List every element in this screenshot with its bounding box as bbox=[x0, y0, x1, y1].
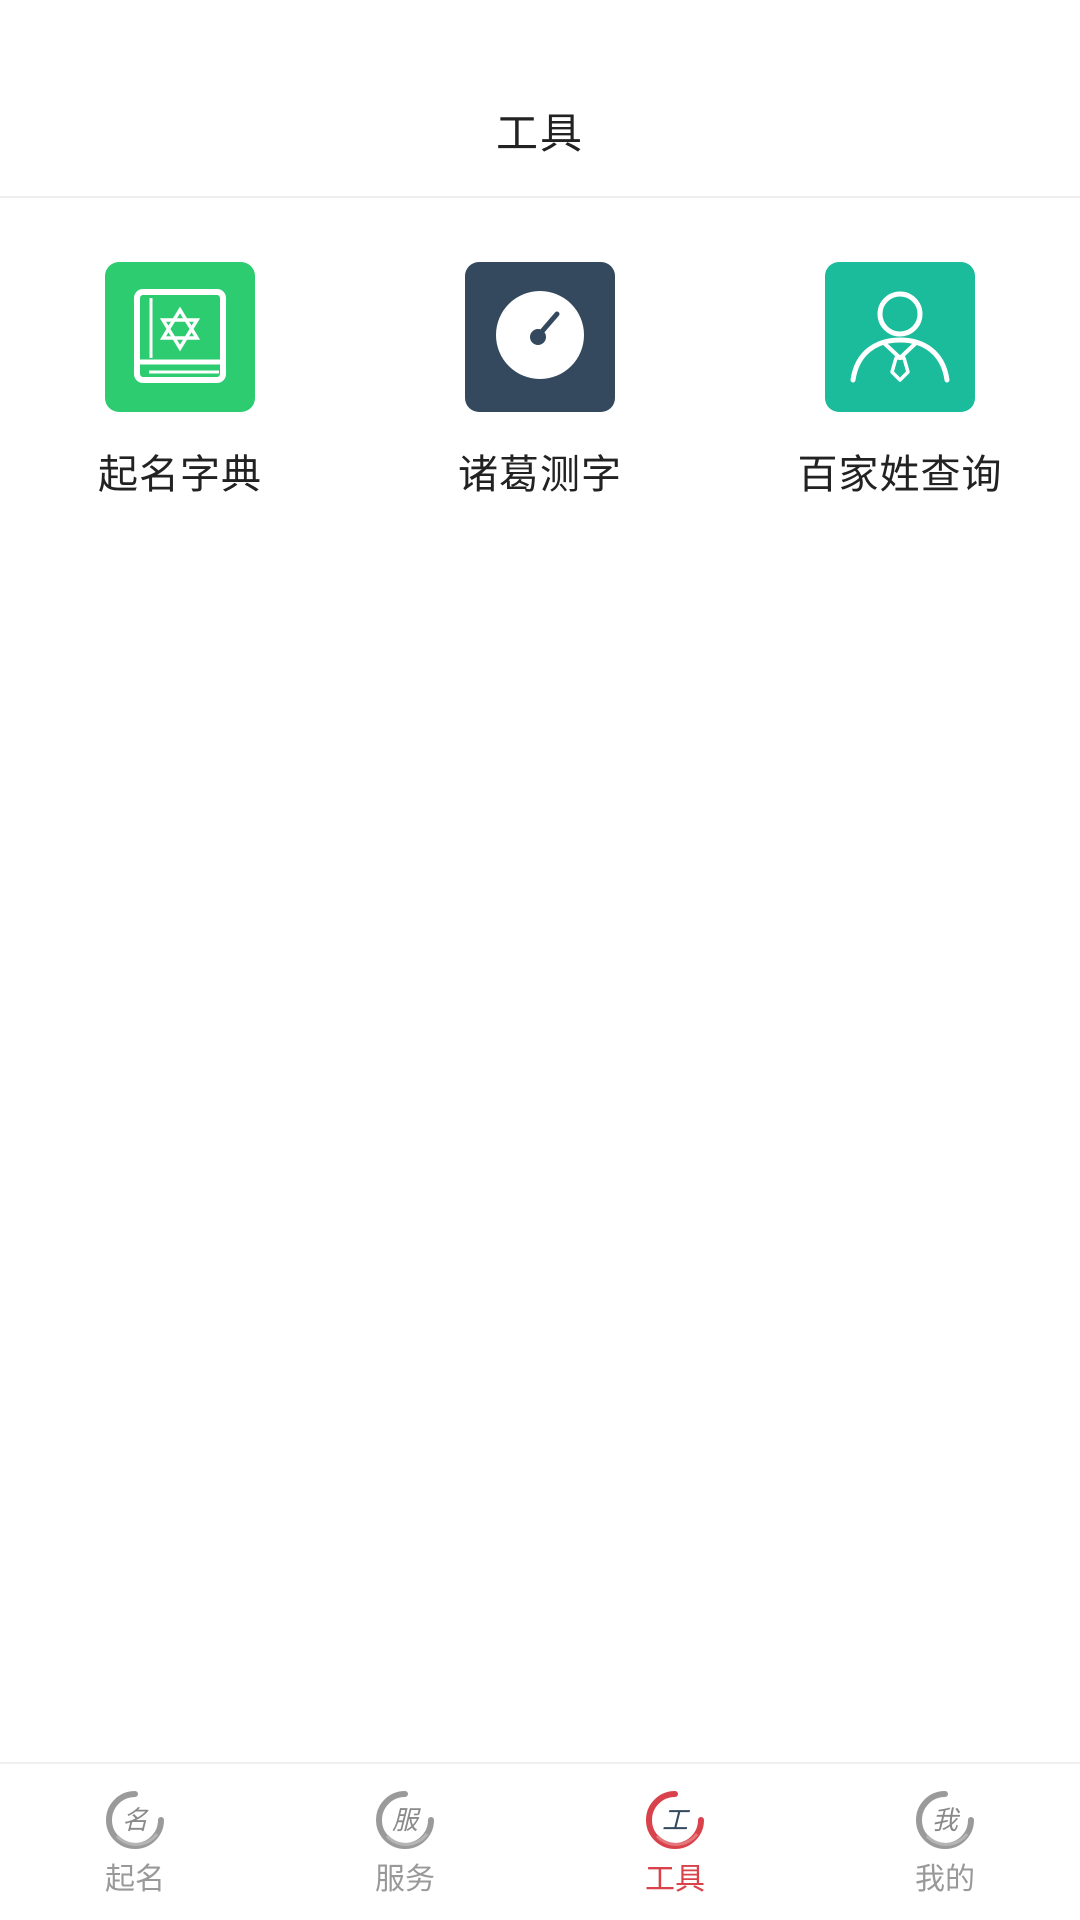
top-bar: 工具 bbox=[0, 0, 1080, 198]
tab-naming[interactable]: 名 起名 bbox=[0, 1764, 270, 1920]
page-title: 工具 bbox=[495, 108, 584, 158]
svg-text:工: 工 bbox=[662, 1806, 691, 1836]
tool-surname-lookup[interactable]: 百家姓查询 bbox=[720, 262, 1080, 500]
brush-circle-icon: 我 bbox=[916, 1791, 974, 1849]
tab-label: 我的 bbox=[915, 1862, 975, 1897]
bottom-tab-bar: 名 起名 服 服务 工 工具 我 我的 bbox=[0, 1762, 1080, 1920]
tool-grid: 起名字典 诸葛测字 百家姓查询 bbox=[0, 262, 1080, 500]
tab-tools[interactable]: 工 工具 bbox=[540, 1764, 810, 1920]
tool-zhuge-character-test[interactable]: 诸葛测字 bbox=[360, 262, 720, 500]
svg-text:服: 服 bbox=[392, 1806, 421, 1836]
svg-text:我: 我 bbox=[932, 1806, 961, 1836]
person-icon bbox=[825, 262, 975, 412]
tools-page: 工具 起名字典 诸葛测字 百家姓查询 名 起名 服 服务 工 工具 我 我的 bbox=[0, 0, 1080, 1920]
tool-label: 诸葛测字 bbox=[458, 452, 622, 498]
tool-name-dictionary[interactable]: 起名字典 bbox=[0, 262, 360, 500]
brush-circle-icon: 工 bbox=[646, 1791, 704, 1849]
tab-services[interactable]: 服 服务 bbox=[270, 1764, 540, 1920]
brush-circle-icon: 服 bbox=[376, 1791, 434, 1849]
book-star-icon bbox=[105, 262, 255, 412]
svg-text:名: 名 bbox=[122, 1806, 149, 1836]
tab-label: 服务 bbox=[375, 1862, 435, 1897]
tab-profile[interactable]: 我 我的 bbox=[810, 1764, 1080, 1920]
brush-circle-icon: 名 bbox=[106, 1791, 164, 1849]
tab-label: 起名 bbox=[105, 1862, 165, 1897]
tool-label: 起名字典 bbox=[98, 452, 262, 498]
compass-dial-icon bbox=[465, 262, 615, 412]
tab-label: 工具 bbox=[645, 1862, 705, 1897]
tool-label: 百家姓查询 bbox=[797, 452, 1003, 498]
